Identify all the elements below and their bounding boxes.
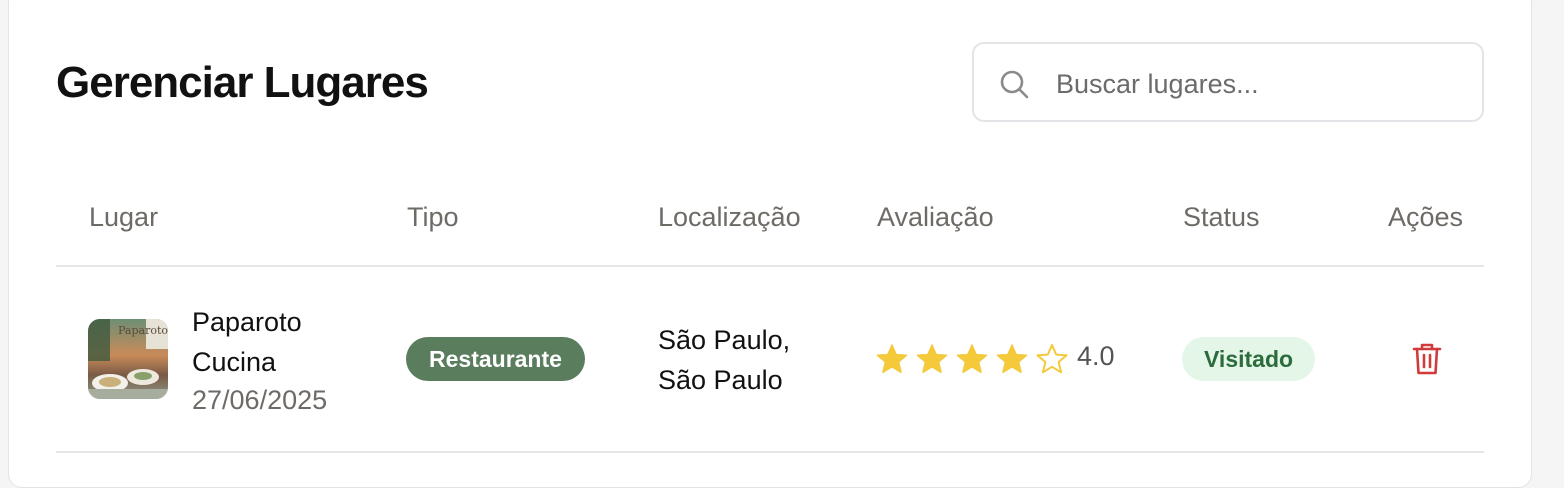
- page-title: Gerenciar Lugares: [56, 58, 429, 107]
- delete-button[interactable]: [1406, 338, 1448, 380]
- star-filled-icon: [956, 344, 988, 374]
- search-icon: [1000, 70, 1029, 99]
- place-location: São Paulo, São Paulo: [658, 325, 791, 395]
- rating-stars: [876, 343, 1076, 375]
- trash-icon: [1412, 343, 1442, 375]
- place-name[interactable]: Paparoto Cucina: [192, 302, 362, 382]
- column-header-status[interactable]: Status: [1183, 202, 1260, 233]
- column-header-acoes: Ações: [1388, 202, 1464, 232]
- place-thumbnail[interactable]: Paparoto: [88, 319, 168, 399]
- type-badge: Restaurante: [406, 337, 585, 381]
- place-date: 27/06/2025: [192, 385, 328, 415]
- column-header-avaliacao[interactable]: Avaliação: [877, 202, 994, 233]
- column-header-tipo[interactable]: Tipo: [407, 202, 459, 233]
- star-filled-icon: [916, 344, 948, 374]
- column-header-localizacao[interactable]: Localização: [658, 202, 801, 233]
- star-empty-icon: [1036, 344, 1068, 374]
- rating-value: 4.0: [1077, 341, 1115, 371]
- star-filled-icon: [996, 344, 1028, 374]
- star-filled-icon: [876, 344, 908, 374]
- column-header-lugar[interactable]: Lugar: [89, 202, 158, 233]
- header-divider: [56, 265, 1484, 267]
- row-divider: [56, 451, 1484, 453]
- status-badge: Visitado: [1182, 337, 1316, 381]
- search-input[interactable]: [1054, 62, 1458, 106]
- search-box[interactable]: [972, 42, 1484, 122]
- thumbnail-logo: Paparoto: [118, 324, 168, 337]
